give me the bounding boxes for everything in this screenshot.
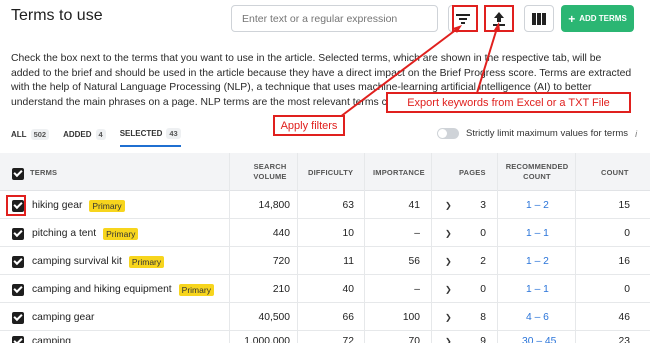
highlight-checkbox <box>6 195 26 216</box>
callout-export: Export keywords from Excel or a TXT File <box>386 92 631 113</box>
annotation-arrows <box>339 22 500 118</box>
highlight-filter <box>452 5 478 32</box>
callout-apply-filters: Apply filters <box>273 115 345 136</box>
highlight-export <box>484 5 514 32</box>
arrow-export <box>476 27 498 94</box>
